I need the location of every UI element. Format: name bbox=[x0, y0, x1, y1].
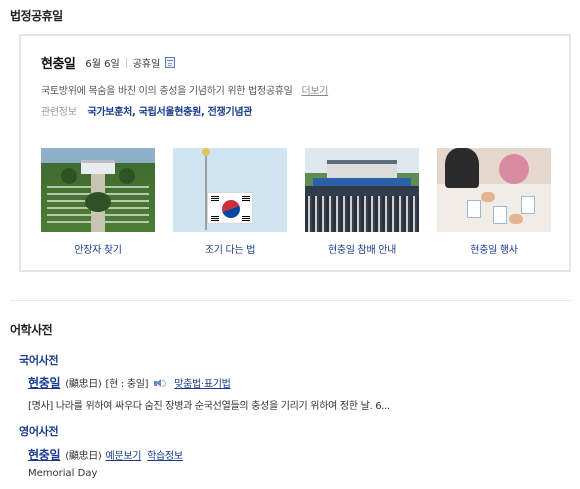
english-dictionary-header[interactable]: 영어사전 bbox=[19, 423, 59, 439]
cemetery-photo[interactable] bbox=[41, 148, 155, 232]
english-entry: 현충일 (顯忠日) 예문보기 학습정보 bbox=[28, 446, 183, 463]
thumbnail-events[interactable]: 현충일 행사 bbox=[437, 148, 551, 256]
thumbnail-caption[interactable]: 현충일 행사 bbox=[437, 241, 551, 256]
english-entry-hanja: (顯忠日) bbox=[65, 451, 102, 462]
thumbnail-visit-guide[interactable]: 현충일 참배 안내 bbox=[305, 148, 419, 256]
holiday-name: 현충일 bbox=[41, 57, 76, 72]
korean-entry-hanja: (顯忠日) bbox=[65, 379, 102, 390]
children-event-photo[interactable] bbox=[437, 148, 551, 232]
speaker-icon[interactable] bbox=[154, 379, 167, 388]
section-divider bbox=[10, 300, 572, 301]
holiday-description-line: 국토방위에 목숨을 바친 이의 충성을 기념하기 위한 법정공휴일 더보기 bbox=[41, 82, 328, 97]
related-info-label: 관련정보 bbox=[41, 107, 77, 118]
thumbnail-caption[interactable]: 조기 다는 법 bbox=[173, 241, 287, 256]
ceremony-photo[interactable] bbox=[305, 148, 419, 232]
korean-flag-icon bbox=[207, 192, 253, 224]
divider bbox=[125, 57, 127, 68]
flag-photo[interactable] bbox=[173, 148, 287, 232]
korean-dictionary-header[interactable]: 국어사전 bbox=[19, 352, 59, 368]
english-entry-definition: Memorial Day bbox=[28, 468, 98, 479]
thumbnail-caption[interactable]: 현충일 참배 안내 bbox=[305, 241, 419, 256]
holiday-description: 국토방위에 목숨을 바친 이의 충성을 기념하기 위한 법정공휴일 bbox=[41, 86, 293, 97]
legal-holiday-section-title: 법정공휴일 bbox=[10, 9, 63, 23]
thumbnail-caption[interactable]: 안장자 찾기 bbox=[41, 241, 155, 256]
more-link[interactable]: 더보기 bbox=[301, 86, 328, 97]
dictionary-section-title: 어학사전 bbox=[10, 323, 53, 337]
holiday-date: 6월 6일 bbox=[85, 59, 120, 70]
thumbnail-find-burial[interactable]: 안장자 찾기 bbox=[41, 148, 155, 256]
korean-entry-definition: [명사] 나라를 위하여 싸우다 숨진 장병과 순국선열들의 충성을 기리기 위… bbox=[28, 401, 390, 412]
korean-entry-word[interactable]: 현충일 bbox=[28, 374, 61, 391]
examples-link[interactable]: 예문보기 bbox=[106, 447, 142, 462]
related-info-links[interactable]: 국가보훈처, 국립서울현충원, 전쟁기념관 bbox=[88, 107, 253, 118]
holiday-type: 공휴일 bbox=[132, 59, 161, 70]
study-info-link[interactable]: 학습정보 bbox=[147, 447, 183, 462]
holiday-header: 현충일 6월 6일 공휴일 bbox=[41, 53, 176, 72]
related-info: 관련정보 국가보훈처, 국립서울현충원, 전쟁기념관 bbox=[41, 103, 252, 118]
calendar-icon[interactable] bbox=[165, 57, 176, 68]
holiday-info-box: 현충일 6월 6일 공휴일 국토방위에 목숨을 바친 이의 충성을 기념하기 위… bbox=[19, 34, 571, 272]
spelling-link[interactable]: 맞춤법·표기법 bbox=[174, 375, 231, 390]
thumbnail-flag-half-mast[interactable]: 조기 다는 법 bbox=[173, 148, 287, 256]
korean-entry-pronunciation: [현 : 충일] bbox=[105, 379, 149, 390]
korean-entry: 현충일 (顯忠日) [현 : 충일] 맞춤법·표기법 bbox=[28, 374, 231, 391]
english-entry-word[interactable]: 현충일 bbox=[28, 446, 61, 463]
